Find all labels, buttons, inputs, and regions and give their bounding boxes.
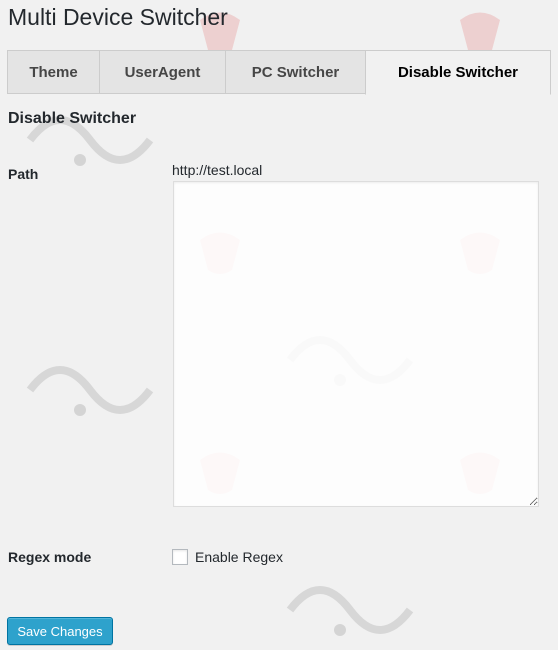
path-host: http://test.local bbox=[172, 162, 263, 178]
enable-regex-checkbox[interactable] bbox=[172, 549, 188, 565]
regex-mode-label: Regex mode bbox=[8, 549, 92, 565]
enable-regex-label[interactable]: Enable Regex bbox=[195, 549, 283, 565]
section-title: Disable Switcher bbox=[8, 110, 137, 127]
tab-pc-switcher[interactable]: PC Switcher bbox=[225, 50, 366, 94]
tab-disable-switcher[interactable]: Disable Switcher bbox=[365, 50, 551, 95]
tab-bar: Theme UserAgent PC Switcher Disable Swit… bbox=[7, 50, 551, 95]
tab-useragent[interactable]: UserAgent bbox=[99, 50, 226, 94]
page-title: Multi Device Switcher bbox=[8, 4, 228, 30]
save-changes-button[interactable]: Save Changes bbox=[7, 617, 113, 645]
path-textarea[interactable] bbox=[173, 181, 539, 507]
tab-theme[interactable]: Theme bbox=[7, 50, 100, 94]
path-label: Path bbox=[8, 166, 39, 182]
